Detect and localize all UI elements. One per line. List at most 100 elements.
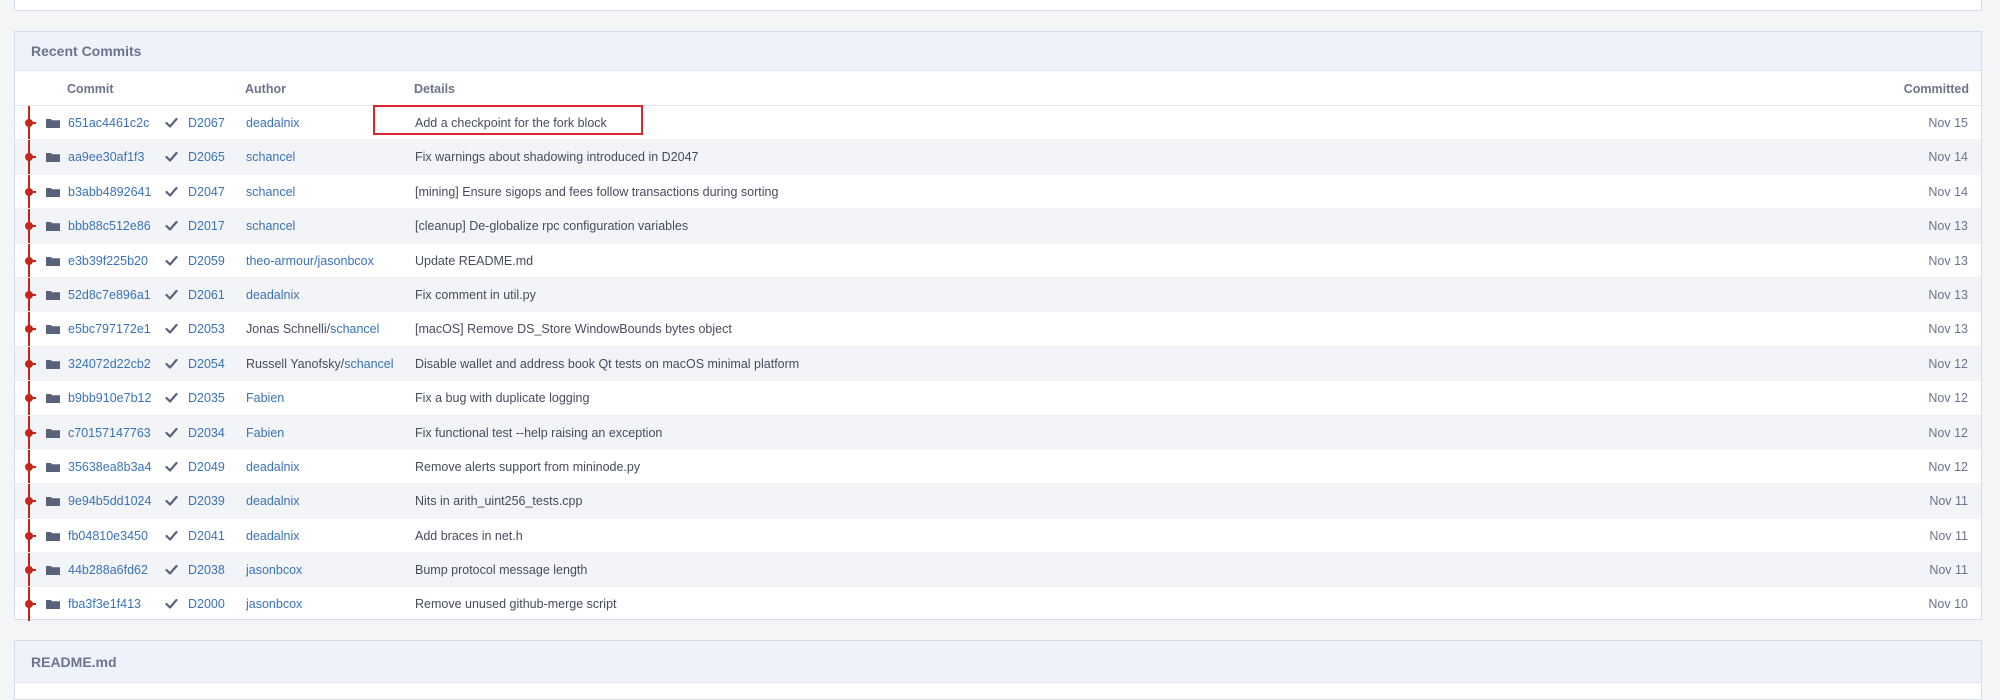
author-link[interactable]: deadalnix (246, 288, 300, 302)
check-icon (165, 186, 178, 197)
author-link[interactable]: deadalnix (246, 116, 300, 130)
diff-link[interactable]: D2041 (188, 529, 225, 543)
panel-header: Recent Commits (15, 32, 1981, 71)
diff-link[interactable]: D2039 (188, 494, 225, 508)
diff-link[interactable]: D2035 (188, 391, 225, 405)
folder-icon (46, 187, 60, 197)
commit-hash-link[interactable]: 324072d22cb2 (68, 357, 151, 371)
graph-branch (32, 500, 36, 503)
author-link[interactable]: deadalnix (246, 460, 300, 474)
diff-link[interactable]: D2038 (188, 563, 225, 577)
author-link[interactable]: schancel (246, 185, 295, 199)
check-icon (165, 599, 178, 610)
graph-branch (32, 328, 36, 331)
commit-date: Nov 13 (1928, 322, 1968, 337)
diff-link[interactable]: D2049 (188, 460, 225, 474)
commit-details: Remove alerts support from mininode.py (415, 459, 641, 474)
check-icon (165, 221, 178, 231)
commit-hash-link[interactable]: 35638ea8b3a4 (68, 460, 151, 474)
commit-date: Nov 15 (1928, 116, 1968, 130)
folder-icon (46, 359, 60, 369)
graph-branch (32, 259, 36, 262)
author-link[interactable]: Fabien (246, 426, 284, 440)
previous-panel (14, 0, 1982, 11)
commit-details: Remove unused github-merge script (415, 597, 617, 612)
folder-icon (46, 566, 60, 576)
commit-details: [mining] Ensure sigops and fees follow t… (415, 184, 779, 199)
table-row: bbb88c512e86 D2017 schancel [cleanup] De… (15, 209, 1981, 244)
author-link[interactable]: schancel (246, 219, 295, 233)
diff-link[interactable]: D2053 (188, 322, 225, 336)
author: Jonas Schnelli/schancel (246, 322, 379, 336)
check-icon (165, 393, 178, 403)
author: schancel (246, 150, 295, 164)
diff-link[interactable]: D2054 (188, 357, 225, 371)
check-icon (165, 461, 178, 472)
author-link[interactable]: jasonbcox (246, 563, 302, 577)
table-row: 52d8c7e896a1 D2061 deadalnix Fix comment… (15, 277, 1981, 313)
author: deadalnix (246, 116, 300, 130)
commit-hash-link[interactable]: c70157147763 (68, 426, 151, 440)
graph-branch (32, 431, 36, 434)
commit-hash-link[interactable]: fb04810e3450 (68, 529, 148, 543)
table-row: 324072d22cb2 D2054 Russell Yanofsky/scha… (15, 346, 1981, 382)
commit-hash-link[interactable]: 651ac4461c2c (68, 116, 149, 130)
commit-hash-link[interactable]: fba3f3e1f413 (68, 597, 141, 611)
commit-hash-link[interactable]: e3b39f225b20 (68, 254, 148, 268)
commit-hash-link[interactable]: 52d8c7e896a1 (68, 288, 151, 302)
graph-branch (32, 225, 36, 228)
diff-link[interactable]: D2017 (188, 219, 225, 233)
folder-icon (46, 222, 60, 232)
commit-hash-link[interactable]: b9bb910e7b12 (68, 391, 151, 405)
graph-branch (32, 190, 36, 193)
folder-icon (46, 290, 60, 300)
author: Fabien (246, 391, 284, 405)
diff-link[interactable]: D2059 (188, 254, 225, 268)
graph-branch (32, 534, 36, 537)
diff-link[interactable]: D2061 (188, 288, 225, 302)
commit-hash-link[interactable]: e5bc797172e1 (68, 322, 151, 336)
commit-date: Nov 12 (1928, 459, 1968, 474)
author-link[interactable]: theo-armour/jasonbcox (246, 254, 374, 268)
check-icon (165, 117, 178, 128)
commit-details: [cleanup] De-globalize rpc configuration… (415, 219, 689, 234)
commit-hash-link[interactable]: 44b288a6fd62 (68, 563, 148, 577)
author: jasonbcox (246, 597, 302, 611)
author-link[interactable]: jasonbcox (246, 597, 302, 611)
commit-hash-link[interactable]: 9e94b5dd1024 (68, 494, 151, 508)
author-link[interactable]: schancel (330, 322, 379, 336)
folder-icon (46, 462, 60, 472)
commit-details: Add a checkpoint for the fork block (415, 116, 607, 130)
commit-hash-link[interactable]: b3abb4892641 (68, 185, 151, 199)
graph-branch (32, 465, 36, 468)
folder-icon (46, 428, 60, 438)
diff-link[interactable]: D2065 (188, 150, 225, 164)
author-link[interactable]: Fabien (246, 391, 284, 405)
table-row: 44b288a6fd62 D2038 jasonbcox Bump protoc… (15, 553, 1981, 588)
table-row: 35638ea8b3a4 D2049 deadalnix Remove aler… (15, 449, 1981, 485)
author-link[interactable]: schancel (246, 150, 295, 164)
author-link[interactable]: deadalnix (246, 529, 300, 543)
diff-link[interactable]: D2000 (188, 597, 225, 611)
author: Fabien (246, 426, 284, 440)
graph-branch (32, 362, 36, 365)
check-icon (165, 358, 178, 369)
author-link[interactable]: deadalnix (246, 494, 300, 508)
commit-details: Fix a bug with duplicate logging (415, 391, 590, 406)
commit-details: Fix warnings about shadowing introduced … (415, 150, 699, 165)
graph-branch (32, 293, 36, 296)
check-icon (165, 496, 178, 506)
commit-list: 651ac4461c2c D2067 deadalnix Add a check… (15, 106, 1981, 622)
diff-link[interactable]: D2067 (188, 116, 225, 130)
commit-date: Nov 11 (1929, 494, 1968, 509)
check-icon (165, 427, 178, 438)
panel-title: Recent Commits (31, 43, 142, 59)
diff-link[interactable]: D2034 (188, 426, 225, 440)
folder-icon (46, 600, 60, 610)
check-icon (165, 324, 178, 334)
commit-date: Nov 13 (1928, 253, 1968, 268)
commit-hash-link[interactable]: aa9ee30af1f3 (68, 150, 144, 164)
commit-hash-link[interactable]: bbb88c512e86 (68, 219, 151, 233)
author-link[interactable]: schancel (344, 357, 393, 371)
diff-link[interactable]: D2047 (188, 185, 225, 199)
